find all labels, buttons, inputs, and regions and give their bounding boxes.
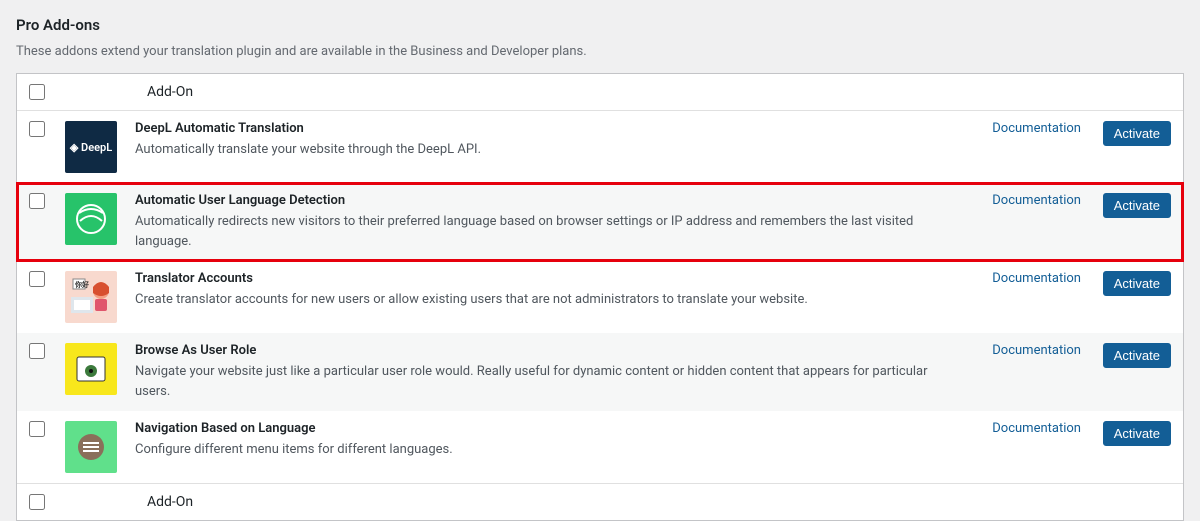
row-checkbox-deepl[interactable]: [29, 121, 45, 137]
table-row: 你好 Translator Accounts Create translator…: [17, 261, 1183, 333]
activate-button-baur[interactable]: Activate: [1103, 343, 1171, 368]
documentation-link-baur[interactable]: Documentation: [992, 343, 1081, 358]
addon-desc: Configure different menu items for diffe…: [135, 440, 931, 460]
activate-button-nav[interactable]: Activate: [1103, 421, 1171, 446]
addon-name: Translator Accounts: [135, 271, 931, 286]
footer-addon-label: Add-On: [125, 494, 1173, 510]
table-row: Browse As User Role Navigate your websit…: [17, 333, 1183, 411]
addon-name: Automatic User Language Detection: [135, 193, 931, 208]
table-row-highlighted: Automatic User Language Detection Automa…: [17, 183, 1183, 261]
page-title: Pro Add-ons: [16, 16, 1184, 34]
table-row: DeepL DeepL Automatic Translation Automa…: [17, 111, 1183, 183]
addon-name: Browse As User Role: [135, 343, 931, 358]
browse-as-user-role-icon: [65, 343, 117, 395]
table-header-row: Add-On: [17, 74, 1183, 111]
row-checkbox-auld[interactable]: [29, 193, 45, 209]
addon-desc: Create translator accounts for new users…: [135, 290, 931, 310]
documentation-link-nav[interactable]: Documentation: [992, 421, 1081, 436]
select-all-checkbox-top[interactable]: [29, 84, 45, 100]
activate-button-ta[interactable]: Activate: [1103, 271, 1171, 296]
addon-name: Navigation Based on Language: [135, 421, 931, 436]
header-addon-label: Add-On: [125, 84, 1173, 100]
table-footer-row: Add-On: [17, 483, 1183, 520]
table-row: Navigation Based on Language Configure d…: [17, 411, 1183, 483]
deepl-icon: DeepL: [65, 121, 117, 173]
select-all-checkbox-bottom[interactable]: [29, 494, 45, 510]
addons-table: Add-On DeepL DeepL Automatic Translation…: [16, 73, 1184, 521]
row-checkbox-ta[interactable]: [29, 271, 45, 287]
documentation-link-deepl[interactable]: Documentation: [992, 121, 1081, 136]
language-detection-icon: [65, 193, 117, 245]
row-checkbox-baur[interactable]: [29, 343, 45, 359]
row-checkbox-nav[interactable]: [29, 421, 45, 437]
documentation-link-ta[interactable]: Documentation: [992, 271, 1081, 286]
translator-accounts-icon: 你好: [65, 271, 117, 323]
navigation-language-icon: [65, 421, 117, 473]
svg-text:你好: 你好: [74, 280, 89, 289]
activate-button-auld[interactable]: Activate: [1103, 193, 1171, 218]
activate-button-deepl[interactable]: Activate: [1103, 121, 1171, 146]
page-subtitle: These addons extend your translation plu…: [16, 44, 1184, 59]
addon-name: DeepL Automatic Translation: [135, 121, 931, 136]
addon-desc: Automatically redirects new visitors to …: [135, 212, 931, 251]
documentation-link-auld[interactable]: Documentation: [992, 193, 1081, 208]
addon-desc: Automatically translate your website thr…: [135, 140, 931, 160]
addon-desc: Navigate your website just like a partic…: [135, 362, 931, 401]
